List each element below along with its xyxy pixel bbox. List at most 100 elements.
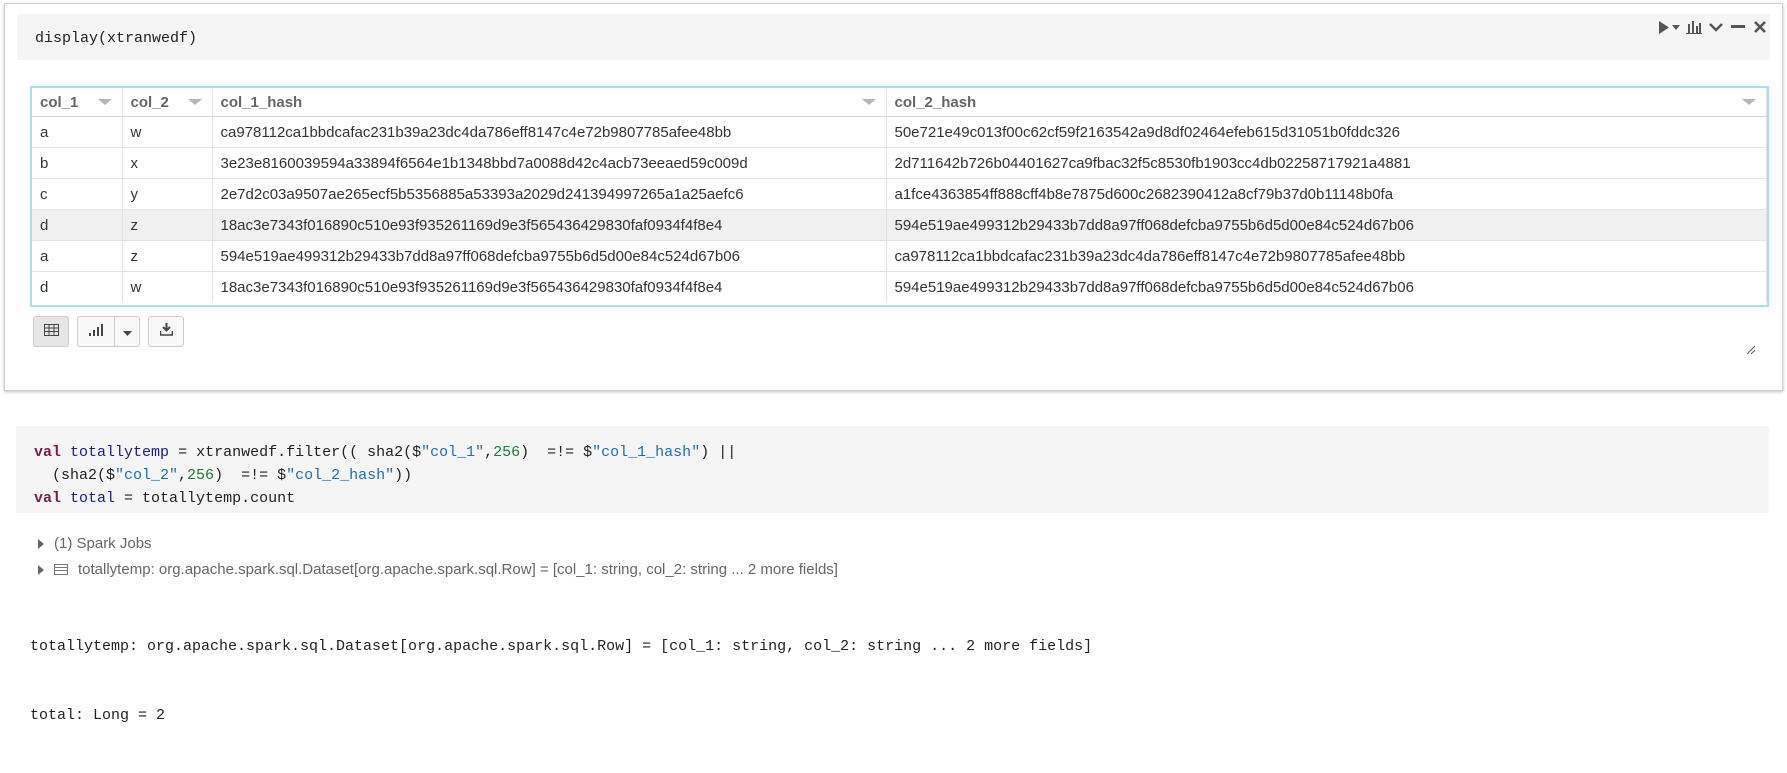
code-token: totallytemp xyxy=(70,444,170,461)
schema-summary: totallytemp: org.apache.spark.sql.Datase… xyxy=(78,561,838,578)
cell-output-meta: (1) Spark Jobs totallytemp: org.apache.s… xyxy=(38,532,838,584)
table-cell: 50e721e49c013f00c62cf59f2163542a9d8df024… xyxy=(886,116,1767,148)
table-cell: y xyxy=(122,178,213,210)
table-schema-icon xyxy=(54,564,68,575)
column-header[interactable]: col_1_hash xyxy=(212,88,887,117)
table-cell: ca978112ca1bbdcafac231b39a23dc4da786eff8… xyxy=(886,240,1767,272)
table-row[interactable]: b x 3e23e8160039594a33894f6564e1b1348bbd7a… xyxy=(32,147,1767,179)
code-token: "col_2" xyxy=(115,467,179,484)
table-icon xyxy=(43,323,59,341)
code-token: ) =!= $ xyxy=(520,444,593,461)
code-token: val xyxy=(34,444,62,461)
table-cell: d xyxy=(32,209,123,241)
table-cell: ca978112ca1bbdcafac231b39a23dc4da786eff8… xyxy=(212,116,887,148)
code-editor[interactable]: display(xtranwedf) xyxy=(17,14,1770,60)
code-token: = xtranwedf.filter(( sha2($ xyxy=(169,444,422,461)
code-token: ) =!= $ xyxy=(214,467,287,484)
table-cell: w xyxy=(122,116,213,148)
table-cell: w xyxy=(122,271,213,302)
chart-icon[interactable] xyxy=(1686,18,1702,36)
table-row[interactable]: c y 2e7d2c03a9507ae265ecf5b5356885a53393a2… xyxy=(32,178,1767,210)
table-cell: x xyxy=(122,147,213,179)
column-header[interactable]: col_2_hash xyxy=(886,88,1767,117)
table-cell: 2d711642b726b04401627ca9fbac32f5c8530fb1… xyxy=(886,147,1767,179)
table-cell: b xyxy=(32,147,123,179)
column-header-label: col_1 xyxy=(40,93,79,111)
column-header[interactable]: col_1 xyxy=(32,88,123,117)
code-token: )) xyxy=(394,467,413,484)
table-cell: 594e519ae499312b29433b7dd8a97ff068defcba… xyxy=(886,209,1767,241)
table-view-button[interactable] xyxy=(33,316,69,347)
download-icon xyxy=(159,322,173,341)
download-button[interactable] xyxy=(148,316,184,347)
minimize-icon[interactable] xyxy=(1730,18,1746,36)
sort-caret-icon[interactable] xyxy=(97,99,112,105)
table-row[interactable]: d w 18ac3e7343f016890c510e93f935261169d9e3… xyxy=(32,271,1767,302)
code-line: val totallytemp = xtranwedf.filter(( sha… xyxy=(34,441,736,464)
notebook-cell-display[interactable]: display(xtranwedf) col_1 col_2 col_1_hash c… xyxy=(4,3,1783,391)
code-text: display(xtranwedf) xyxy=(35,30,198,47)
code-token: "col_1_hash" xyxy=(592,444,701,461)
resize-handle-icon[interactable] xyxy=(1746,342,1756,355)
dropdown-caret-icon xyxy=(122,323,132,341)
code-token: , xyxy=(484,444,494,461)
code-token: (sha2($ xyxy=(34,467,116,484)
table-cell: 18ac3e7343f016890c510e93f935261169d9e3f5… xyxy=(212,271,887,302)
table-cell: a1fce4363854ff888cff4b8e7875d600c2682390… xyxy=(886,178,1767,210)
bar-chart-icon xyxy=(89,323,103,341)
code-token: ) || xyxy=(700,444,737,461)
expand-arrow-icon[interactable] xyxy=(38,538,44,549)
spark-jobs-toggle[interactable]: (1) Spark Jobs xyxy=(38,532,838,555)
table-row[interactable]: a w ca978112ca1bbdcafac231b39a23dc4da786ef… xyxy=(32,116,1767,148)
table-cell: d xyxy=(32,271,123,302)
sort-caret-icon[interactable] xyxy=(1742,99,1756,105)
output-line: totallytemp: org.apache.spark.sql.Datase… xyxy=(30,638,1093,655)
view-toolbar xyxy=(33,316,184,347)
column-header[interactable]: col_2 xyxy=(122,88,213,117)
table-cell: c xyxy=(32,178,123,210)
code-token: 256 xyxy=(187,467,215,484)
table-cell: z xyxy=(122,240,213,272)
output-line: total: Long = 2 xyxy=(30,707,166,724)
table-cell: 2e7d2c03a9507ae265ecf5b5356885a53393a202… xyxy=(212,178,887,210)
sort-caret-icon[interactable] xyxy=(861,99,876,105)
table-cell: a xyxy=(32,116,123,148)
schema-toggle[interactable]: totallytemp: org.apache.spark.sql.Datase… xyxy=(38,558,838,581)
table-row[interactable]: d z 18ac3e7343f016890c510e93f935261169d9e3… xyxy=(32,209,1767,241)
column-header-label: col_1_hash xyxy=(220,93,303,111)
collapse-icon[interactable] xyxy=(1708,18,1724,36)
table-cell: 594e519ae499312b29433b7dd8a97ff068defcba… xyxy=(212,240,887,272)
column-header-label: col_2_hash xyxy=(894,93,977,111)
code-token: = totallytemp.count xyxy=(115,490,296,507)
chart-view-button[interactable] xyxy=(77,316,115,347)
chart-type-dropdown[interactable] xyxy=(115,316,140,347)
cell-output-text: totallytemp: org.apache.spark.sql.Datase… xyxy=(30,589,1092,773)
code-line: (sha2($"col_2",256) =!= $"col_2_hash")) xyxy=(34,464,736,487)
table-cell: 3e23e8160039594a33894f6564e1b1348bbd7a00… xyxy=(212,147,887,179)
table-cell: a xyxy=(32,240,123,272)
cell-toolbar xyxy=(1656,18,1768,36)
expand-arrow-icon[interactable] xyxy=(38,564,44,575)
code-token: "col_2_hash" xyxy=(286,467,395,484)
sort-caret-icon[interactable] xyxy=(187,99,202,105)
code-token: 256 xyxy=(493,444,521,461)
results-table[interactable]: col_1 col_2 col_1_hash col_2_hash a w ca97811… xyxy=(30,86,1769,307)
notebook-cell-filter[interactable]: val totallytemp = xtranwedf.filter(( sha… xyxy=(4,418,1783,724)
run-dropdown-icon[interactable] xyxy=(1672,18,1680,36)
code-token: "col_1" xyxy=(421,444,485,461)
code-editor[interactable]: val totallytemp = xtranwedf.filter(( sha… xyxy=(16,426,1769,513)
table-row[interactable]: a z 594e519ae499312b29433b7dd8a97ff068defc… xyxy=(32,240,1767,272)
code-text: val totallytemp = xtranwedf.filter(( sha… xyxy=(34,441,736,510)
code-token: , xyxy=(178,467,188,484)
code-line: val total = totallytemp.count xyxy=(34,487,736,510)
code-token: total xyxy=(70,490,116,507)
table-cell: z xyxy=(122,209,213,241)
table-cell: 18ac3e7343f016890c510e93f935261169d9e3f5… xyxy=(212,209,887,241)
run-icon[interactable] xyxy=(1656,18,1672,36)
close-icon[interactable] xyxy=(1752,18,1768,36)
code-token: val xyxy=(34,490,62,507)
table-cell: 594e519ae499312b29433b7dd8a97ff068defcba… xyxy=(886,271,1767,302)
spark-jobs-label: (1) Spark Jobs xyxy=(54,535,152,552)
